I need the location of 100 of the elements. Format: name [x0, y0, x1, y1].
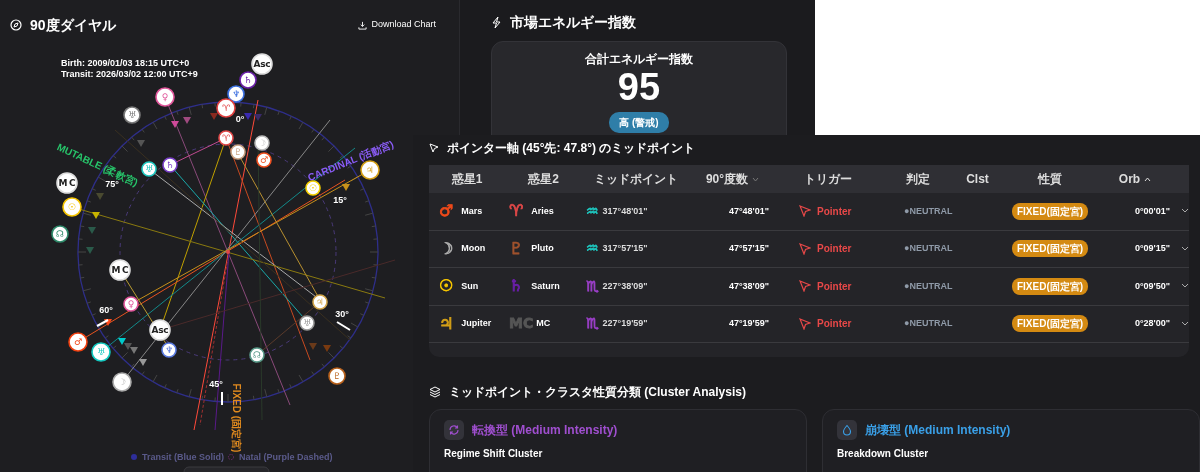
table-cell: 47°48'01"	[728, 205, 769, 216]
cursor-icon	[429, 143, 439, 153]
trigger-label: Pointer	[817, 279, 852, 294]
chevron-down-icon[interactable]	[1181, 208, 1189, 215]
chevron-down-icon[interactable]	[1181, 283, 1189, 290]
legend-item: Transit (Blue Solid)	[131, 452, 224, 462]
marker-label: MC	[111, 265, 129, 275]
table-cell: 0°09'50"	[1134, 280, 1170, 291]
column-header: 惑星2	[528, 171, 559, 188]
marker-label: Asc	[151, 325, 169, 335]
quality-badge: FIXED(固定宮)	[1011, 240, 1089, 258]
table-cell: 0°00'01"	[1134, 205, 1170, 216]
planet-name: Saturn	[531, 279, 560, 293]
marker-label: Asc	[253, 59, 271, 69]
chevron-down-icon[interactable]	[1181, 320, 1189, 327]
planet-name: MC	[536, 317, 551, 330]
marker-label: ♃	[315, 297, 325, 307]
zodiac-glyph: ♒	[586, 239, 599, 259]
chevron-down-icon[interactable]	[1181, 245, 1189, 252]
marker-label: ♅	[96, 347, 106, 357]
marker-label: ♅	[144, 164, 154, 174]
marker-label: ☉	[67, 202, 77, 212]
trigger-label: Pointer	[817, 242, 852, 257]
table-cell: 47°57'15"	[728, 243, 769, 253]
cursor-icon	[799, 205, 811, 218]
marker-label: ☊	[253, 350, 261, 360]
trigger-label: Pointer	[817, 317, 852, 332]
panel-title: 90度ダイヤル	[30, 15, 116, 35]
cursor-icon	[799, 280, 811, 293]
marker-label: ♀	[127, 299, 135, 309]
table-cell-text: 227°19'59"	[602, 317, 648, 330]
table-cell: 47°19'59"	[728, 318, 769, 328]
planet-glyph: ☽	[439, 237, 454, 260]
marker-label: ☽	[117, 377, 127, 387]
column-header: Clst	[966, 171, 989, 188]
status-label: ●NEUTRAL	[904, 318, 953, 328]
marker-label: ♈	[221, 103, 231, 113]
quality-badge: FIXED(固定宮)	[1011, 315, 1089, 333]
cursor-icon	[799, 242, 811, 255]
planet-name: Aries	[531, 204, 554, 218]
zodiac-glyph: ♏	[586, 276, 599, 296]
compass-icon	[10, 19, 22, 31]
planet-name: Moon	[461, 242, 486, 255]
angle-label: 0°	[235, 114, 245, 124]
marker-label: ♆	[231, 89, 241, 99]
marker-label: MC	[58, 178, 76, 188]
energy-value: 95	[616, 68, 662, 106]
column-header: 90°度数	[705, 171, 749, 188]
marker-label: ☉	[308, 183, 318, 193]
planet-glyph: ☉	[439, 275, 454, 298]
status-label: ●NEUTRAL	[904, 205, 953, 216]
energy-label: 合計エネルギー指数	[584, 51, 694, 68]
cluster-title: 崩壊型 (Medium Intensity)	[865, 422, 1011, 439]
download-button[interactable]: Download Chart	[357, 17, 437, 33]
column-header: トリガー	[803, 171, 852, 188]
marker-label: ♈	[221, 133, 231, 143]
cluster-title: 転換型 (Medium Intensity)	[472, 422, 618, 439]
birth-label: Birth: 2009/01/03 18:15 UTC+0	[61, 58, 190, 68]
marker-label: ♅	[127, 110, 137, 120]
layers-icon	[429, 386, 441, 398]
zodiac-glyph: ♏	[586, 314, 599, 334]
cluster-subtitle: Breakdown Cluster	[837, 447, 930, 461]
sort-ascending-icon[interactable]	[1144, 176, 1152, 182]
panel-title: 市場エネルギー指数	[510, 13, 636, 32]
droplet-icon	[837, 420, 857, 440]
download-icon	[358, 20, 368, 30]
angle-label: 15°	[333, 195, 347, 205]
marker-label: ♂	[73, 337, 83, 347]
column-header: 性質	[1038, 171, 1062, 188]
legend-item: Natal (Purple Dashed)	[227, 452, 333, 462]
planet-glyph: ♂	[439, 200, 454, 223]
marker-label: ♂	[259, 155, 269, 165]
column-header: Orb	[1118, 171, 1141, 188]
angle-label: 30°	[335, 309, 349, 319]
angle-label: 75°	[105, 179, 119, 189]
section-title: ミッドポイント・クラスタ性質分類 (Cluster Analysis)	[449, 384, 746, 401]
status-label: ●NEUTRAL	[904, 280, 953, 291]
column-header: 惑星1	[451, 171, 483, 188]
quality-badge: FIXED(固定宮)	[1011, 277, 1089, 295]
marker-label: ♄	[165, 160, 175, 170]
marker-label: ♅	[302, 318, 312, 328]
planet-glyph: ♇	[509, 237, 524, 260]
table-cell: 47°38'09"	[728, 280, 769, 291]
planet-name: Jupiter	[461, 317, 492, 330]
cursor-icon	[799, 317, 811, 330]
table-cell-text: 317°57'15"	[602, 242, 648, 255]
planet-glyph: ♄	[509, 275, 524, 298]
planet-glyph: ♃	[439, 312, 454, 335]
marker-label: ♇	[233, 147, 243, 157]
marker-label: ♆	[164, 345, 174, 355]
marker-label: ♀	[161, 92, 169, 102]
planet-name: Sun	[461, 279, 479, 293]
sort-descending-icon[interactable]	[752, 176, 760, 182]
level-badge: 高 (警戒)	[609, 112, 669, 133]
column-header: ミッドポイント	[594, 171, 678, 188]
marker-label: ♃	[365, 165, 375, 175]
zodiac-glyph: ♒	[586, 201, 599, 221]
marker-label: ☽	[257, 138, 267, 148]
planet-glyph: ♈	[509, 200, 524, 223]
table-cell: 0°09'15"	[1134, 243, 1170, 253]
